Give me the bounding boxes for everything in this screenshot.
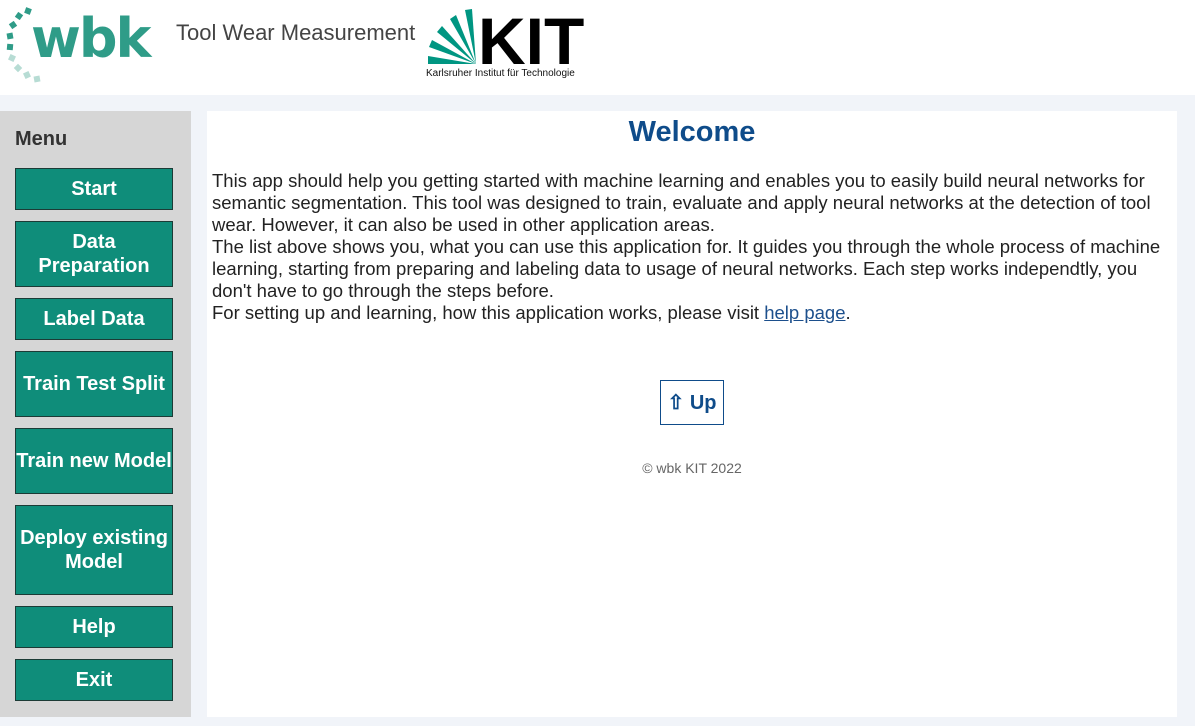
train-test-split-button[interactable]: Train Test Split <box>15 351 173 417</box>
help-button[interactable]: Help <box>15 606 173 648</box>
intro-text: This app should help you getting started… <box>212 170 1172 324</box>
exit-button[interactable]: Exit <box>15 659 173 701</box>
menu-title: Menu <box>15 128 68 150</box>
up-button[interactable]: ⇧ Up <box>660 380 724 425</box>
intro-paragraph-1: This app should help you getting started… <box>212 170 1151 235</box>
page-title: Welcome <box>628 116 756 148</box>
app-title: Tool Wear Measurement <box>176 20 416 45</box>
help-text-prefix: For setting up and learning, how this ap… <box>212 302 765 323</box>
train-new-model-button[interactable]: Train new Model <box>15 428 173 494</box>
data-preparation-button[interactable]: Data Preparation <box>15 221 173 287</box>
header <box>0 0 1195 95</box>
intro-paragraph-2: The list above shows you, what you can u… <box>212 236 1161 301</box>
help-page-link[interactable]: help page <box>764 302 845 323</box>
intro-paragraph-3: For setting up and learning, how this ap… <box>212 302 1172 324</box>
start-button[interactable]: Start <box>15 168 173 210</box>
label-data-button[interactable]: Label Data <box>15 298 173 340</box>
kit-subtitle: Karlsruher Institut für Technologie <box>426 68 575 79</box>
help-text-suffix: . <box>845 302 851 323</box>
footer-copyright: © wbk KIT 2022 <box>642 460 742 476</box>
wbk-logo-text: wbk <box>31 7 151 70</box>
deploy-existing-model-button[interactable]: Deploy existing Model <box>15 505 173 595</box>
